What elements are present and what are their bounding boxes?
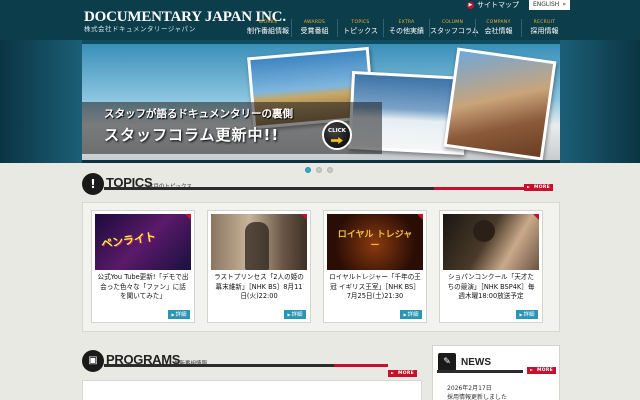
english-label: ENGLISH [532, 1, 560, 8]
sitemap-label: サイトマップ [476, 1, 519, 9]
nav-item-extra[interactable]: EXTRA その他実績 [383, 19, 429, 37]
programs-more-button[interactable]: MORE [388, 370, 417, 377]
nav-en-label: COLUMN [441, 20, 464, 25]
detail-button[interactable]: 詳細 [400, 310, 422, 319]
portrait-figure [245, 222, 269, 270]
megaphone-icon: ✎ [438, 353, 456, 371]
nav-item-works[interactable]: WORKS 制作番組情報 [245, 19, 291, 37]
thumbnail-caption: ロイヤル トレジャー [337, 230, 413, 251]
nav-ja-label: トピックス [343, 27, 378, 35]
nav-ja-label: 制作番組情報 [247, 27, 289, 35]
nav-en-label: TOPICS [351, 20, 370, 25]
topics-more-button[interactable]: MORE [524, 184, 553, 191]
nav-en-label: EXTRA [398, 20, 415, 25]
topic-card[interactable]: ペンライト 公式You Tube更新!「デモで出会った色々な「ファン」に話を聞い… [91, 210, 195, 323]
hero-shade-right [560, 40, 640, 163]
arrow-right-icon [331, 137, 343, 144]
detail-button[interactable]: 詳細 [168, 310, 190, 319]
tv-icon: ▣ [82, 350, 104, 372]
sitemap-link[interactable]: ▶ サイトマップ [466, 0, 519, 10]
hero-carousel[interactable]: スタッフが語るドキュメンタリーの裏側 スタッフコラム更新中!! CLICK [0, 40, 640, 163]
topic-thumbnail[interactable] [443, 214, 539, 270]
topic-thumbnail[interactable]: ロイヤル トレジャー [327, 214, 423, 270]
pianist-figure [473, 220, 495, 242]
nav-ja-label: 採用情報 [530, 27, 559, 35]
nav-en-label: AWARDS [303, 20, 326, 25]
news-date: 2026年2月17日 [447, 385, 492, 392]
news-divider [437, 370, 523, 373]
nav-ja-label: スタッフコラム [430, 27, 479, 35]
exclamation-icon: ! [82, 173, 104, 195]
topic-text: ショパンコンクール「天才たちの競演」［NHK BSP4K］毎週木曜18:00放送… [447, 273, 535, 301]
topic-text: 公式You Tube更新!「デモで出会った色々な「ファン」に話を聞いてみた」 [97, 273, 189, 301]
topic-thumbnail[interactable]: ペンライト [95, 214, 191, 270]
nav-ja-label: その他実績 [389, 27, 424, 35]
programs-header: ▣ PROGRAMS 最新番組情報 MORE [82, 350, 422, 377]
topics-header: ! TOPICS 注目のトピックス MORE [82, 173, 560, 195]
nav-ja-label: 受賞番組 [300, 27, 329, 35]
topic-thumbnail[interactable] [211, 214, 307, 270]
programs-divider-accent [334, 364, 388, 367]
nav-item-company[interactable]: COMPANY 会社情報 [475, 19, 521, 37]
site-header: DOCUMENTARY JAPAN INC. 株式会社ドキュメンタリージャパン … [0, 0, 640, 40]
hero-shade-left [0, 40, 82, 163]
topic-text: ラストプリンセス「2人の姫の幕末維新」［NHK BS］8月11日(火)22:00 [214, 273, 304, 301]
hero-photo-camels [443, 47, 557, 160]
news-item[interactable]: 採用情報更新しました [447, 392, 507, 400]
topic-card[interactable]: ショパンコンクール「天才たちの競演」［NHK BSP4K］毎週木曜18:00放送… [439, 210, 543, 323]
news-title: NEWS [461, 357, 491, 368]
detail-button[interactable]: 詳細 [516, 310, 538, 319]
news-more-button[interactable]: MORE [527, 367, 556, 374]
nav-item-column[interactable]: COLUMN スタッフコラム [429, 19, 479, 37]
hero-subtitle: スタッフが語るドキュメンタリーの裏側 [104, 108, 293, 120]
click-label: CLICK [328, 128, 346, 134]
topics-divider [104, 187, 434, 190]
programs-panel [82, 380, 422, 400]
topic-card[interactable]: ラストプリンセス「2人の姫の幕末維新」［NHK BS］8月11日(火)22:00… [207, 210, 311, 323]
nav-ja-label: 会社情報 [484, 27, 513, 35]
double-chevron-icon: » [562, 1, 566, 8]
global-nav: WORKS 制作番組情報 AWARDS 受賞番組 TOPICS トピックス EXTRA… [245, 19, 567, 37]
nav-en-label: RECRUIT [533, 20, 556, 25]
topics-divider-accent [434, 187, 526, 190]
hero-slide[interactable]: スタッフが語るドキュメンタリーの裏側 スタッフコラム更新中!! CLICK [82, 44, 560, 160]
news-panel: ✎ NEWS MORE 2026年2月17日 採用情報更新しました [432, 345, 560, 400]
nav-item-recruit[interactable]: RECRUIT 採用情報 [521, 19, 567, 37]
english-button[interactable]: ENGLISH » [528, 0, 570, 10]
nav-item-awards[interactable]: AWARDS 受賞番組 [291, 19, 337, 37]
topic-text: ロイヤルトレジャー「千年の王冠 イギリス王室」［NHK BS］7月25日(土)2… [329, 273, 421, 301]
hero-title: スタッフコラム更新中!! [104, 126, 280, 144]
topic-card[interactable]: ロイヤル トレジャー ロイヤルトレジャー「千年の王冠 イギリス王室」［NHK B… [323, 210, 427, 323]
nav-en-label: COMPANY [486, 20, 511, 25]
thumbnail-caption: ペンライト [100, 230, 157, 251]
detail-button[interactable]: 詳細 [284, 310, 306, 319]
arrow-icon: ▶ [466, 1, 474, 9]
utility-bar: ▶ サイトマップ ENGLISH » [466, 0, 640, 10]
nav-en-label: WORKS [258, 20, 278, 25]
programs-divider [104, 364, 334, 367]
click-button[interactable]: CLICK [322, 120, 352, 150]
nav-item-topics[interactable]: TOPICS トピックス [337, 19, 383, 37]
